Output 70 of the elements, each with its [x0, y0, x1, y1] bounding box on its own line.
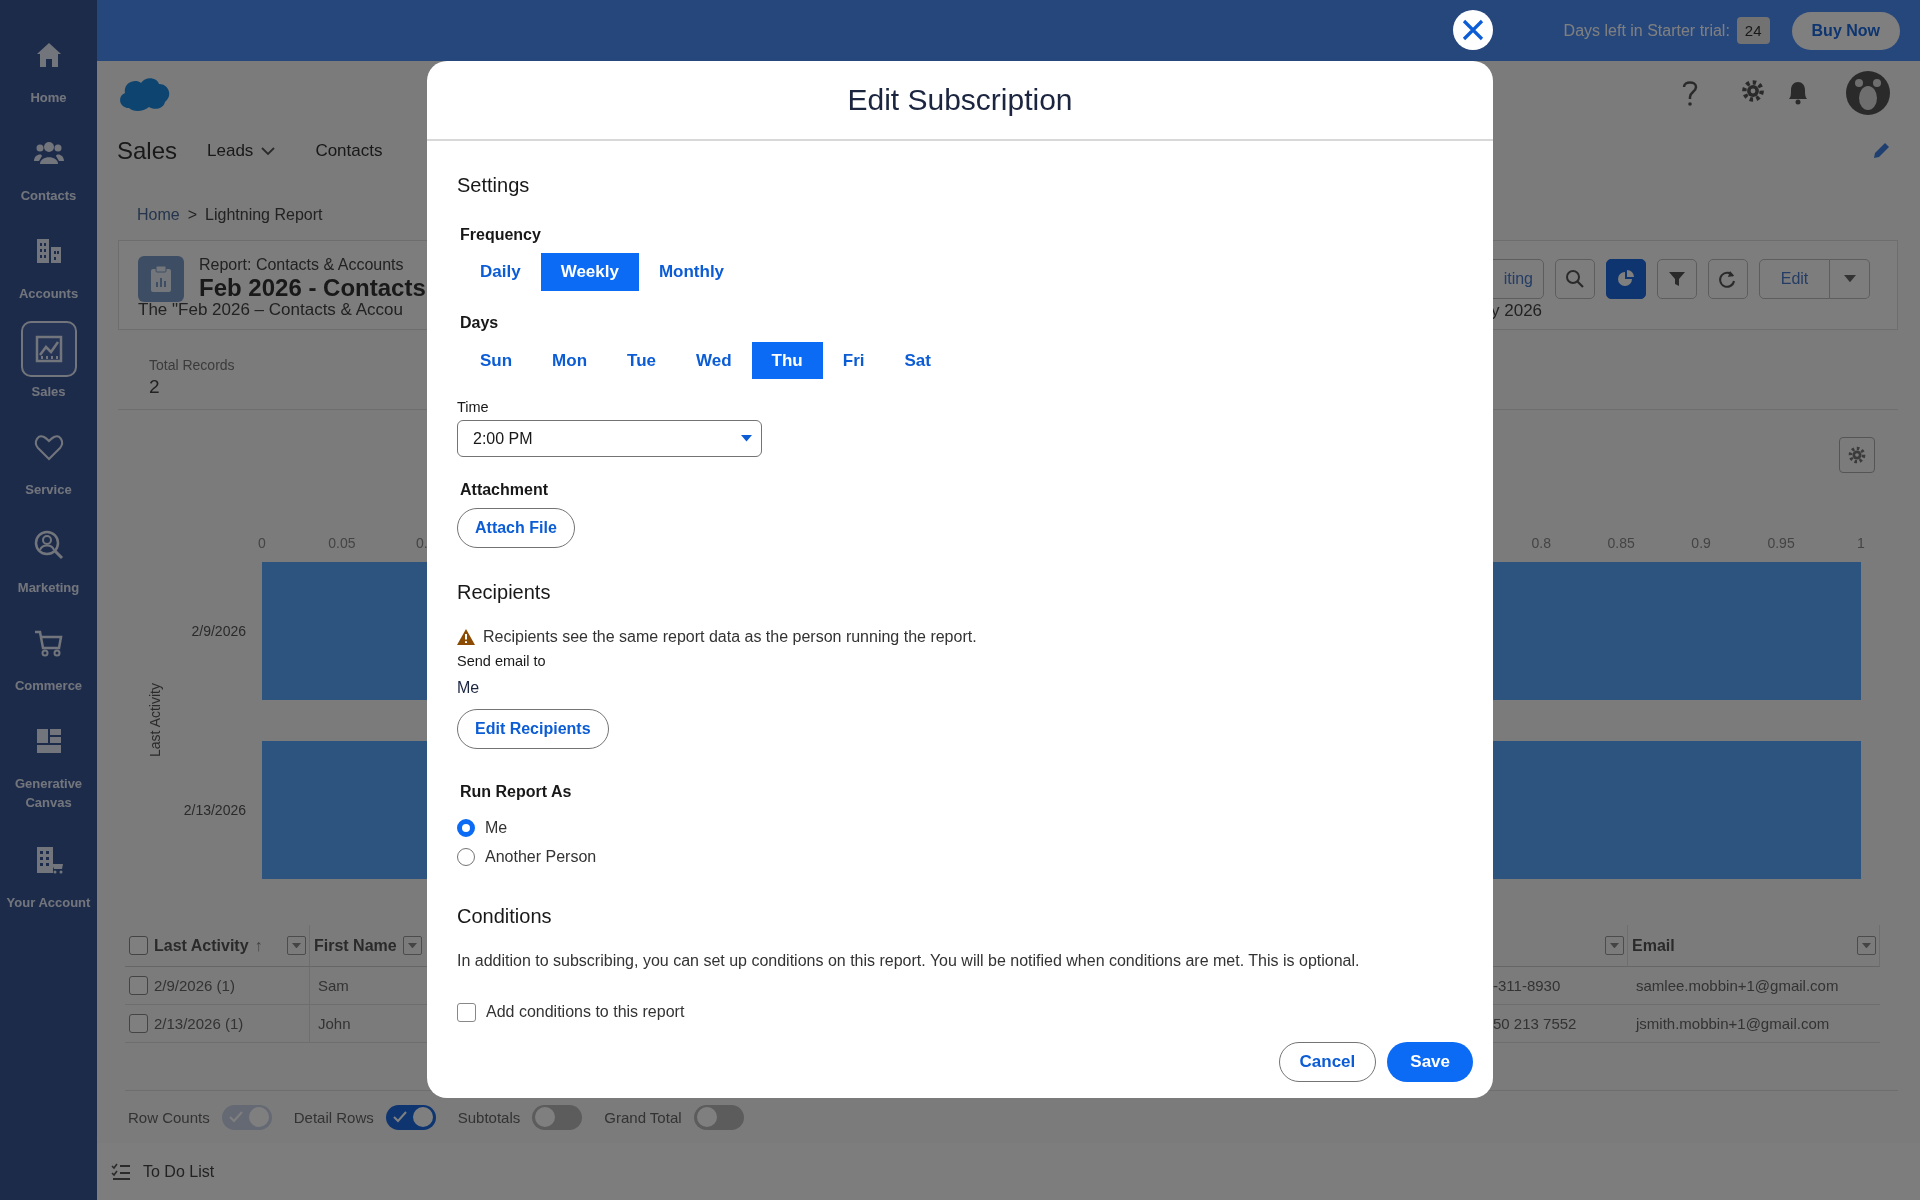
toggle-label: Row Counts [128, 1108, 210, 1126]
section-heading: Conditions [457, 904, 552, 929]
footer-label[interactable]: To Do List [143, 1162, 215, 1181]
table-cell: jsmith.mobbin+1@gmail.com [1628, 1005, 1880, 1043]
field-label: Run Report As [460, 782, 572, 802]
total-records-value: 2 [149, 375, 160, 399]
radio-label: Another Person [485, 847, 597, 867]
day-option[interactable]: Mon [532, 342, 608, 379]
dialog-title: Edit Subscription [847, 83, 1073, 117]
toggle-label: Detail Rows [293, 1108, 374, 1126]
time-select[interactable]: 2:00 PM [457, 420, 762, 457]
sidebar-item[interactable]: Marketing [0, 517, 97, 615]
day-option[interactable]: Wed [676, 342, 752, 379]
report-type: Report: Contacts & Accounts [199, 256, 405, 274]
buy-now-button[interactable]: Buy Now [1791, 11, 1900, 50]
column-header: First Name [314, 936, 397, 955]
trial-text: Days left in Starter trial: [1563, 21, 1730, 40]
sort-arrow: ↑ [254, 936, 263, 955]
axis-label: 2/9/2026 [191, 623, 246, 639]
total-records-label: Total Records [149, 356, 235, 375]
nav-tab[interactable]: Contacts [315, 141, 383, 161]
axis-title: Last Activity [147, 683, 163, 757]
sidebar-item[interactable]: Your Account [0, 832, 97, 930]
axis-label: 2/13/2026 [183, 802, 246, 818]
cancel-button[interactable]: Cancel [1278, 1041, 1377, 1082]
sidebar-item[interactable]: Commerce [0, 615, 97, 713]
breadcrumb-current: Lightning Report [205, 206, 323, 224]
sidebar-item[interactable]: Service [0, 419, 97, 517]
save-button[interactable]: Save [1387, 1041, 1473, 1082]
sidebar-item[interactable]: Home [0, 27, 97, 125]
section-heading: Settings [457, 173, 530, 198]
nav-tab[interactable]: Leads [207, 141, 276, 161]
day-option[interactable]: Sat [884, 342, 951, 379]
section-heading: Recipients [457, 580, 551, 605]
breadcrumb-separator: > [187, 206, 198, 224]
report-description: The "Feb 2026 – Contacts & Accou [138, 300, 404, 320]
table-cell: 2/9/2026 (1) [154, 977, 235, 994]
frequency-option[interactable]: Weekly [540, 253, 639, 291]
field-label: Attachment [460, 480, 548, 500]
sidebar-item[interactable]: Generative Canvas [0, 713, 97, 832]
column-header: Email [1632, 936, 1675, 955]
sidebar-item[interactable]: Accounts [0, 223, 97, 321]
edit-button[interactable]: Edit [1759, 259, 1830, 299]
column-header: Last Activity [154, 936, 249, 955]
day-option[interactable]: Fri [822, 342, 885, 379]
toggle-label: Subtotals [457, 1108, 521, 1126]
edit-recipients-button[interactable]: Edit Recipients [457, 709, 609, 749]
day-option[interactable]: Tue [607, 342, 676, 379]
frequency-option[interactable]: Monthly [638, 253, 745, 291]
report-title: Feb 2026 - Contacts [199, 274, 426, 302]
recipient-value: Me [457, 678, 480, 698]
sidebar-item[interactable]: Sales [0, 321, 97, 419]
days-left-badge: 24 [1736, 17, 1770, 44]
checkbox-label: Add conditions to this report [486, 1002, 685, 1022]
day-option[interactable]: Sun [460, 342, 533, 379]
attach-file-button[interactable]: Attach File [457, 508, 575, 548]
field-label: Frequency [460, 225, 541, 245]
field-label: Days [460, 313, 499, 333]
radio-label: Me [485, 818, 508, 838]
sidebar-item[interactable]: Contacts [0, 125, 97, 223]
field-label: Time [457, 398, 489, 416]
toggle-label: Grand Total [604, 1108, 682, 1126]
day-option[interactable]: Thu [751, 342, 823, 379]
app-name: Sales [117, 137, 178, 165]
breadcrumb-link[interactable]: Home [137, 206, 180, 224]
warning-text: Recipients see the same report data as the person running the report. [483, 627, 977, 647]
field-label: Send email to [457, 652, 546, 670]
table-cell: samlee.mobbin+1@gmail.com [1628, 967, 1880, 1005]
table-cell: 2/13/2026 (1) [154, 1015, 244, 1032]
frequency-option[interactable]: Daily [460, 253, 541, 291]
